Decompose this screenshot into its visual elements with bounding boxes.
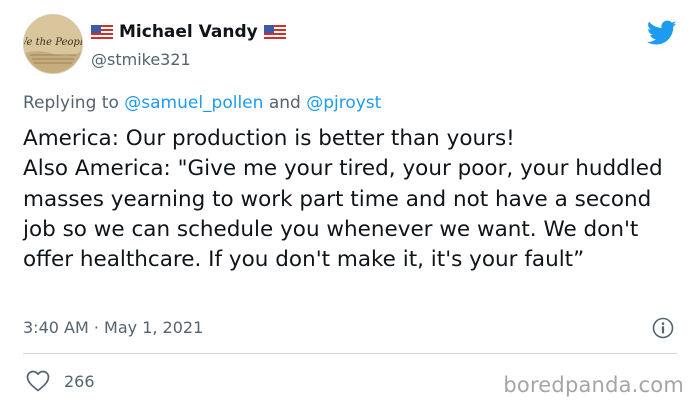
display-name[interactable]: Michael Vandy	[119, 22, 258, 42]
reply-connector: and	[263, 93, 307, 113]
info-icon[interactable]	[652, 317, 674, 339]
tweet-text: America: Our production is better than y…	[23, 126, 663, 273]
mention-link[interactable]: @pjroyst	[306, 93, 381, 113]
us-flag-icon	[91, 25, 113, 39]
like-button[interactable]: 266	[26, 370, 95, 392]
tweet-timestamp[interactable]: 3:40 AM · May 1, 2021	[23, 318, 203, 337]
twitter-bird-icon[interactable]	[647, 20, 677, 46]
user-handle[interactable]: @stmike321	[91, 50, 191, 69]
like-count: 266	[64, 371, 95, 391]
divider	[23, 353, 677, 354]
heart-icon[interactable]	[26, 370, 50, 392]
name-row: Michael Vandy	[91, 22, 286, 42]
watermark: boredpanda.com	[503, 373, 684, 397]
avatar[interactable]: We the People	[23, 14, 83, 74]
reply-prefix: Replying to	[23, 93, 125, 113]
avatar-text: We the People	[24, 37, 82, 48]
mention-link[interactable]: @samuel_pollen	[124, 93, 263, 113]
reply-context: Replying to @samuel_pollen and @pjroyst	[23, 93, 381, 113]
us-flag-icon	[263, 25, 286, 39]
constitution-avatar: We the People	[24, 15, 82, 73]
